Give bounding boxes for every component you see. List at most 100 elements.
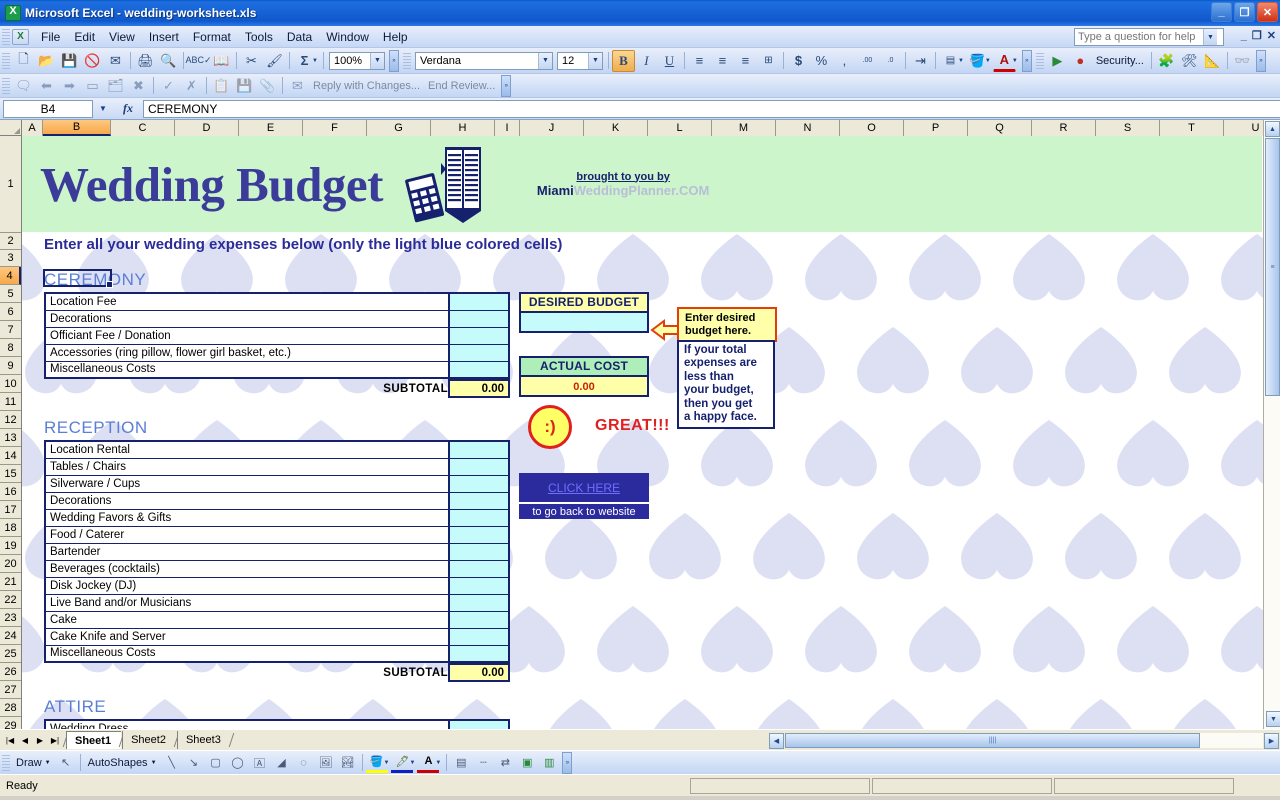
menu-item-file[interactable]: File — [34, 28, 67, 46]
row-header-15[interactable]: 15 — [0, 465, 21, 483]
expense-amount-input[interactable] — [448, 292, 510, 311]
percent-icon[interactable]: % — [810, 50, 833, 72]
increase-indent-icon[interactable]: ⇥ — [909, 50, 932, 72]
row-header-21[interactable]: 21 — [0, 573, 21, 591]
sheet-tab-sheet3[interactable]: Sheet3 — [176, 731, 231, 749]
column-header-O[interactable]: O — [840, 120, 904, 136]
column-header-F[interactable]: F — [303, 120, 367, 136]
sheet-canvas[interactable]: Wedding Budget brought to you by MiamiWe… — [22, 136, 1280, 729]
comma-style-icon[interactable]: , — [833, 50, 856, 72]
security-label[interactable]: Security... — [1092, 55, 1148, 67]
zoom-combo[interactable]: 100% ▼ — [328, 51, 385, 70]
print-icon[interactable]: 🖨 — [134, 50, 157, 72]
row-header-2[interactable]: 2 — [0, 233, 21, 250]
click-here-link[interactable]: CLICK HERE — [548, 481, 620, 495]
column-header-N[interactable]: N — [776, 120, 840, 136]
reply-with-changes-icon[interactable]: ✉ — [286, 75, 309, 97]
expense-amount-input[interactable] — [448, 593, 510, 612]
row-header-19[interactable]: 19 — [0, 537, 21, 555]
increase-decimal-icon[interactable]: .00 — [856, 50, 879, 72]
expense-amount-input[interactable] — [448, 326, 510, 345]
row-header-14[interactable]: 14 — [0, 447, 21, 465]
security-toolbar-grip[interactable] — [1035, 52, 1044, 69]
line-style-icon[interactable]: ▤ — [450, 753, 472, 773]
row-header-22[interactable]: 22 — [0, 591, 21, 609]
horizontal-scrollbar[interactable]: ◀ |||| ▶ — [768, 730, 1280, 751]
row-header-10[interactable]: 10 — [0, 375, 21, 393]
menu-item-tools[interactable]: Tools — [238, 28, 280, 46]
scroll-up-button[interactable]: ▲ — [1265, 121, 1280, 137]
reply-with-changes-label[interactable]: Reply with Changes... — [309, 80, 424, 92]
create-task-icon[interactable]: 📋 — [210, 75, 233, 97]
row-header-13[interactable]: 13 — [0, 429, 21, 447]
decrease-decimal-icon[interactable]: .0 — [879, 50, 902, 72]
print-preview-icon[interactable]: 🔍 — [157, 50, 180, 72]
name-box[interactable]: B4 — [3, 99, 93, 118]
expense-amount-input[interactable] — [448, 627, 510, 646]
new-icon[interactable]: 🗋 — [12, 50, 35, 72]
open-folder-icon[interactable]: 📂 — [35, 50, 58, 72]
menu-grip-handle[interactable] — [2, 28, 10, 45]
row-header-3[interactable]: 3 — [0, 250, 21, 267]
chevron-down-icon[interactable]: ▼ — [45, 760, 51, 766]
previous-sheet-button[interactable]: ◀ — [18, 733, 32, 748]
format-painter-icon[interactable]: 🖌 — [263, 50, 286, 72]
show-all-comments-icon[interactable]: 🗂 — [104, 75, 127, 97]
menu-item-help[interactable]: Help — [376, 28, 415, 46]
expense-amount-input[interactable] — [448, 525, 510, 544]
chevron-down-icon[interactable]: ▼ — [537, 52, 552, 69]
column-header-P[interactable]: P — [904, 120, 968, 136]
expense-amount-input[interactable] — [448, 576, 510, 595]
reject-change-icon[interactable]: ✗ — [180, 75, 203, 97]
formatting-overflow-button[interactable]: » — [1021, 49, 1032, 72]
last-sheet-button[interactable]: ▶| — [48, 733, 62, 748]
column-header-D[interactable]: D — [175, 120, 239, 136]
drawing-grip-handle[interactable] — [2, 754, 10, 771]
select-all-button[interactable] — [0, 120, 22, 136]
column-header-H[interactable]: H — [431, 120, 495, 136]
dash-style-icon[interactable]: ┄ — [472, 753, 494, 773]
chevron-down-icon[interactable]: ▼ — [985, 58, 991, 64]
scroll-right-button[interactable]: ▶ — [1264, 732, 1279, 749]
row-header-9[interactable]: 9 — [0, 357, 21, 375]
chevron-down-icon[interactable]: ▼ — [151, 760, 157, 766]
column-header-L[interactable]: L — [648, 120, 712, 136]
rectangle-icon[interactable]: ▢ — [205, 753, 227, 773]
formatting-toolbar-grip[interactable] — [402, 52, 411, 69]
row-header-11[interactable]: 11 — [0, 393, 21, 411]
autoshapes-menu-button[interactable]: AutoShapes ▼ — [84, 757, 161, 769]
menu-item-view[interactable]: View — [102, 28, 142, 46]
menu-item-format[interactable]: Format — [186, 28, 238, 46]
currency-icon[interactable]: $ — [787, 50, 810, 72]
chevron-down-icon[interactable]: ▼ — [1203, 29, 1217, 45]
horizontal-scroll-thumb[interactable]: |||| — [785, 733, 1200, 748]
italic-button[interactable]: I — [635, 50, 658, 72]
scroll-left-button[interactable]: ◀ — [769, 732, 784, 749]
column-header-S[interactable]: S — [1096, 120, 1160, 136]
draw-menu-button[interactable]: Draw ▼ — [12, 757, 55, 769]
menu-item-insert[interactable]: Insert — [142, 28, 186, 46]
chevron-down-icon[interactable]: ▼ — [369, 52, 384, 69]
select-objects-arrow-icon[interactable]: ↖ — [55, 753, 77, 773]
row-header-1[interactable]: 1 — [0, 136, 21, 233]
spelling-icon[interactable]: ABC✓ — [185, 50, 211, 72]
chevron-down-icon[interactable]: ▼ — [409, 760, 415, 766]
expense-amount-input[interactable] — [448, 644, 510, 663]
expense-amount-input[interactable] — [448, 542, 510, 561]
row-header-5[interactable]: 5 — [0, 285, 21, 303]
cut-scissors-icon[interactable]: ✂ — [240, 50, 263, 72]
align-right-icon[interactable]: ≡ — [734, 50, 757, 72]
horizontal-scroll-track[interactable]: |||| — [785, 733, 1263, 748]
shadow-style-icon[interactable]: ▣ — [516, 753, 538, 773]
align-left-icon[interactable]: ≡ — [688, 50, 711, 72]
visual-basic-editor-icon[interactable]: 🧩 — [1155, 50, 1178, 72]
column-header-E[interactable]: E — [239, 120, 303, 136]
row-header-16[interactable]: 16 — [0, 483, 21, 501]
chevron-down-icon[interactable]: ▼ — [312, 58, 318, 64]
drawing-overflow-button[interactable]: » — [562, 751, 573, 774]
insert-picture-icon[interactable]: 🏞 — [337, 753, 359, 773]
maximize-button[interactable]: ❐ — [1234, 2, 1255, 22]
row-header-26[interactable]: 26 — [0, 663, 21, 681]
insert-function-icon[interactable]: fx — [113, 101, 143, 116]
3d-style-icon[interactable]: ▥ — [538, 753, 560, 773]
